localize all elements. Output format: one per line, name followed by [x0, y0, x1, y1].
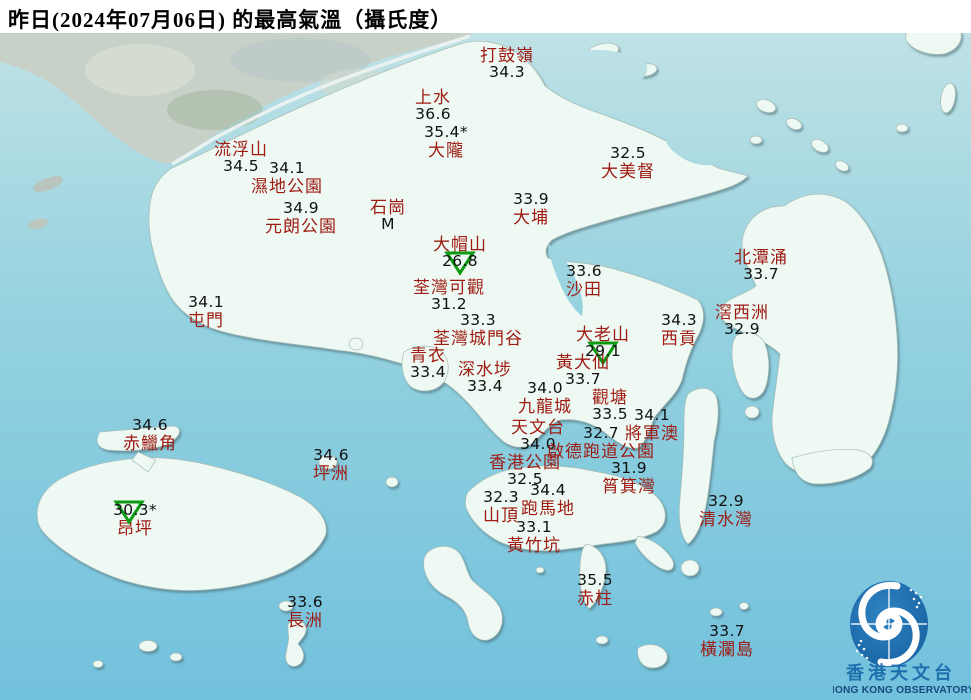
station-value: 33.5	[592, 405, 628, 423]
station-label: 打鼓嶺34.3	[480, 46, 534, 81]
station-label: 34.1屯門	[188, 295, 224, 330]
station-name: 黃竹坑	[507, 536, 561, 555]
station-label: 33.6長洲	[287, 595, 323, 630]
station-label: 33.9大埔	[513, 192, 549, 227]
station-value: 33.6	[287, 593, 323, 611]
station-name: 跑馬地	[521, 499, 575, 518]
station-label: 32.9清水灣	[699, 494, 753, 529]
station-label: 上水36.6	[415, 88, 451, 123]
station-label: 34.1濕地公園	[251, 161, 323, 196]
station-value: 33.4	[467, 377, 503, 395]
station-value: 34.1	[634, 406, 670, 424]
station-value: 34.1	[188, 293, 224, 311]
station-name: 荃灣城門谷	[433, 329, 523, 348]
station-value: 33.4	[410, 363, 446, 381]
station-label: 34.6坪洲	[313, 448, 349, 483]
station-value: 32.9	[708, 492, 744, 510]
station-value: 36.6	[415, 105, 451, 123]
station-value: 32.7	[583, 424, 619, 442]
station-value: 33.3	[460, 311, 496, 329]
station-labels: 打鼓嶺34.3上水36.635.4*大隴流浮山34.534.1濕地公園34.9元…	[0, 0, 971, 700]
station-value: 34.4	[530, 481, 566, 499]
station-name: 大美督	[601, 162, 655, 181]
station-label: 35.4*大隴	[424, 125, 468, 160]
station-value: 31.9	[611, 459, 647, 477]
station-value: 34.9	[283, 199, 319, 217]
station-value: 34.6	[132, 416, 168, 434]
station-value: 32.5	[610, 144, 646, 162]
station-name: 大埔	[513, 208, 549, 227]
station-name: 屯門	[188, 311, 224, 330]
station-name: 赤柱	[577, 589, 613, 608]
station-value: 35.4*	[424, 123, 468, 141]
station-name: 西貢	[661, 329, 697, 348]
station-label: 34.9元朗公園	[265, 201, 337, 236]
station-value: 33.1	[516, 518, 552, 536]
station-value: 30.3*	[113, 501, 157, 519]
station-name: 大隴	[424, 141, 468, 160]
station-label: 30.3*昂坪	[113, 503, 157, 538]
station-label: 35.5赤柱	[577, 573, 613, 608]
station-name: 赤鱲角	[123, 434, 177, 453]
station-name: 筲箕灣	[602, 477, 656, 496]
station-name: 元朗公園	[265, 217, 337, 236]
hko-logo: 香港天文台 HONG KONG OBSERVATORY	[833, 576, 971, 700]
station-label: 31.9筲箕灣	[602, 461, 656, 496]
station-value: 33.9	[513, 190, 549, 208]
station-label: 石崗M	[370, 198, 406, 233]
station-name: 橫瀾島	[700, 640, 754, 659]
station-value: M	[381, 215, 395, 233]
station-value: 33.7	[709, 622, 745, 640]
station-name: 清水灣	[699, 510, 753, 529]
station-label: 北潭涌33.7	[734, 248, 788, 283]
hko-temperature-map: 昨日(2024年07月06日) 的最高氣溫（攝氏度） 打鼓嶺34.3上水36.6…	[0, 0, 971, 700]
station-label: 32.7啟德跑道公園	[547, 426, 655, 461]
hko-logo-title-en: HONG KONG OBSERVATORY	[833, 685, 971, 696]
station-value: 34.0	[527, 379, 563, 397]
station-value: 33.6	[566, 262, 602, 280]
station-label: 34.6赤鱲角	[123, 418, 177, 453]
station-name: 九龍城	[518, 397, 572, 416]
station-value: 32.3	[483, 488, 519, 506]
station-value: 34.3	[661, 311, 697, 329]
station-value: 34.3	[489, 63, 525, 81]
station-label: 青衣33.4	[410, 346, 446, 381]
station-name: 長洲	[287, 611, 323, 630]
station-label: 大帽山26.8	[433, 235, 487, 270]
station-label: 34.0九龍城	[518, 381, 572, 416]
station-name: 濕地公園	[251, 177, 323, 196]
station-value: 26.8	[442, 252, 478, 270]
station-label: 33.3荃灣城門谷	[433, 313, 523, 348]
station-label: 34.4跑馬地	[521, 483, 575, 518]
station-name: 坪洲	[313, 464, 349, 483]
station-label: 觀塘33.5	[592, 388, 628, 423]
station-label: 32.5大美督	[601, 146, 655, 181]
station-label: 深水埗33.4	[458, 360, 512, 395]
station-label: 33.1黃竹坑	[507, 520, 561, 555]
station-label: 荃灣可觀31.2	[413, 278, 485, 313]
station-label: 滘西洲32.9	[715, 303, 769, 338]
station-value: 34.1	[269, 159, 305, 177]
station-name: 沙田	[566, 280, 602, 299]
station-value: 33.7	[743, 265, 779, 283]
station-value: 32.9	[724, 320, 760, 338]
hko-logo-title-zh: 香港天文台	[845, 662, 956, 683]
station-label: 33.6沙田	[566, 264, 602, 299]
station-label: 34.3西貢	[661, 313, 697, 348]
station-value: 35.5	[577, 571, 613, 589]
station-value: 34.6	[313, 446, 349, 464]
station-label: 33.7橫瀾島	[700, 624, 754, 659]
